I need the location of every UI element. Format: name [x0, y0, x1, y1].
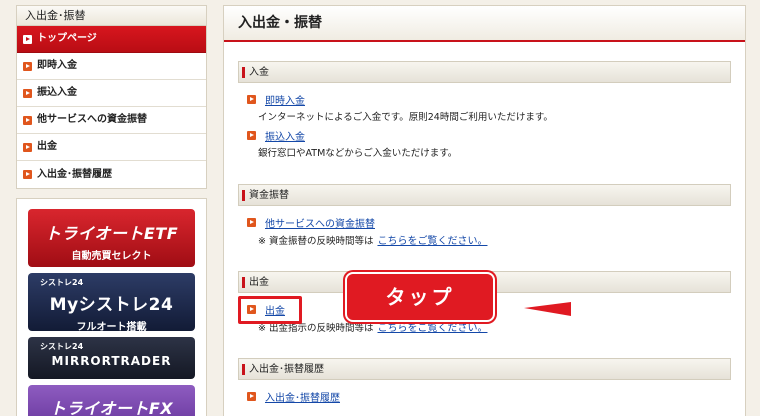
- sidebar-item-label: 出金: [37, 141, 57, 152]
- banner-mirror-trader[interactable]: シストレ24 MIRRORTRADER: [28, 337, 195, 379]
- section-history: 入出金･振替履歴 入出金･振替履歴: [238, 358, 731, 404]
- banner-title: Myシストレ24: [49, 295, 174, 315]
- sidebar-menu: 入出金･振替 トップページ 即時入金 振込入金 他サービスへの資金振替 出金 入…: [16, 5, 207, 189]
- callout-pointer: [524, 302, 571, 316]
- banner-triauto-etf[interactable]: トライオートETF 自動売買セレクト: [28, 209, 195, 267]
- banner-title: トライオートETF: [44, 224, 179, 243]
- banner-triauto-fx[interactable]: トライオートFX: [28, 385, 195, 416]
- sidebar-title: 入出金･振替: [17, 6, 206, 26]
- section-heading: 入金: [238, 61, 731, 83]
- sidebar-item-history[interactable]: 入出金･振替履歴: [17, 161, 206, 188]
- history-link[interactable]: 入出金･振替履歴: [265, 389, 340, 404]
- withdraw-details-link[interactable]: こちらをご覧ください。: [377, 323, 487, 334]
- link-row: 即時入金: [238, 92, 731, 107]
- sidebar-item-label: 入出金･振替履歴: [37, 168, 112, 180]
- withdraw-highlight-box: [238, 296, 302, 324]
- banner-area: トライオートETF 自動売買セレクト シストレ24 Myシストレ24 フルオート…: [16, 198, 207, 416]
- arrow-right-icon: [23, 142, 32, 152]
- arrow-right-icon: [23, 170, 32, 179]
- banner-title: トライオートFX: [49, 399, 174, 416]
- banner-subtitle: 自動売買セレクト: [71, 251, 152, 262]
- instant-deposit-description: インターネットによるご入金です。原則24時間ご利用いただけます。: [258, 112, 553, 123]
- arrow-right-icon: [23, 61, 32, 71]
- arrow-right-icon: [247, 217, 256, 227]
- banner-title: MIRRORTRADER: [51, 354, 172, 368]
- sidebar-item-instant-deposit[interactable]: 即時入金: [17, 53, 206, 80]
- link-row: 振込入金: [238, 128, 731, 143]
- link-row: 他サービスへの資金振替: [238, 215, 731, 230]
- banner-small-label: シストレ24: [40, 342, 84, 351]
- banner-my-systre24[interactable]: シストレ24 Myシストレ24 フルオート搭載: [28, 273, 195, 331]
- link-row: 入出金･振替履歴: [238, 389, 731, 404]
- arrow-right-icon: [23, 115, 32, 125]
- section-heading: 入出金･振替履歴: [238, 358, 731, 380]
- sidebar-item-withdraw[interactable]: 出金: [17, 134, 206, 161]
- arrow-right-icon: [247, 130, 256, 140]
- fund-transfer-link[interactable]: 他サービスへの資金振替: [265, 215, 375, 230]
- section-fund-transfer: 資金振替 他サービスへの資金振替 ※ 資金振替の反映時間等は こちらをご覧ください…: [238, 184, 731, 247]
- note-text: ※ 資金振替の反映時間等は: [258, 236, 374, 247]
- page-title: 入出金・振替: [224, 6, 745, 42]
- arrow-right-icon: [247, 391, 256, 401]
- instant-deposit-link[interactable]: 即時入金: [265, 92, 305, 107]
- sidebar-item-transfer-deposit[interactable]: 振込入金: [17, 80, 206, 107]
- sidebar-item-label: 即時入金: [37, 60, 77, 71]
- fund-transfer-note: ※ 資金振替の反映時間等は こちらをご覧ください。: [238, 232, 731, 247]
- banner-small-label: シストレ24: [40, 278, 84, 287]
- main-content: 入出金・振替 入金 即時入金 インターネットによるご入金です。原則24時間ご利用…: [223, 5, 746, 416]
- fund-transfer-details-link[interactable]: こちらをご覧ください。: [377, 236, 487, 247]
- sidebar-item-label: トップページ: [37, 33, 97, 44]
- note-text: ※ 出金指示の反映時間等は: [258, 323, 374, 334]
- sidebar-item-label: 他サービスへの資金振替: [37, 114, 147, 125]
- arrow-right-icon: [23, 88, 32, 98]
- transfer-deposit-description: 銀行窓口やATMなどからご入金いただけます。: [258, 148, 458, 159]
- banner-subtitle: フルオート搭載: [76, 322, 147, 331]
- tap-callout: タップ: [345, 272, 495, 322]
- sidebar-item-label: 振込入金: [37, 87, 77, 98]
- arrow-right-icon: [23, 34, 32, 44]
- section-heading: 資金振替: [238, 184, 731, 206]
- arrow-right-icon: [247, 94, 256, 104]
- sidebar-item-top[interactable]: トップページ: [17, 26, 206, 53]
- section-deposit: 入金 即時入金 インターネットによるご入金です。原則24時間ご利用いただけます。…: [238, 61, 731, 159]
- transfer-deposit-link[interactable]: 振込入金: [265, 128, 305, 143]
- sidebar-item-fund-transfer[interactable]: 他サービスへの資金振替: [17, 107, 206, 134]
